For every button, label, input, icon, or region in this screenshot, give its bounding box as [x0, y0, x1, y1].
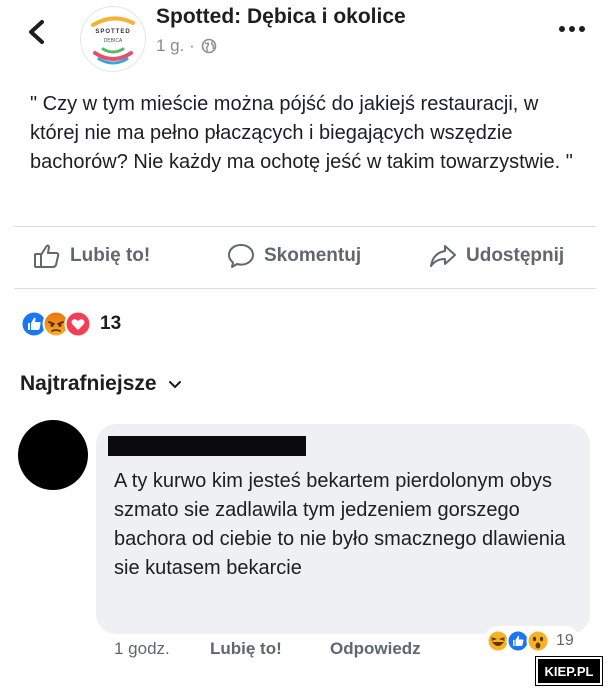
globe-icon	[201, 38, 217, 54]
share-arrow-icon	[430, 245, 456, 267]
redacted-commenter-name	[108, 436, 306, 456]
wow-reaction-icon	[526, 629, 550, 653]
reactions-count: 13	[100, 313, 122, 334]
commenter-avatar[interactable]	[18, 420, 88, 490]
more-dots-icon	[559, 26, 585, 32]
post-meta: 1 g. ·	[156, 36, 217, 56]
comment-button-label: Skomentuj	[264, 245, 362, 266]
divider-bottom	[14, 288, 596, 289]
comments-filter-dropdown[interactable]: Najtrafniejsze	[20, 372, 183, 396]
reactions-summary[interactable]: 13	[20, 310, 121, 338]
love-reaction-icon	[64, 310, 92, 338]
post-time[interactable]: 1 g. ·	[156, 36, 195, 56]
divider-top	[14, 226, 596, 227]
more-options-button[interactable]	[554, 18, 590, 40]
chevron-down-icon	[168, 381, 181, 388]
logo-title: SPOTTED	[95, 29, 131, 35]
page-avatar[interactable]: SPOTTED DĘBICA	[80, 6, 146, 72]
share-button[interactable]: Udostępnij	[428, 238, 564, 274]
like-button-label: Lubię to!	[70, 245, 151, 266]
comment-reply-button[interactable]: Odpowiedz	[330, 639, 421, 659]
comment-reactions-count: 19	[556, 632, 574, 649]
comment-text: A ty kurwo kim jesteś bekartem pierdolon…	[114, 470, 566, 579]
comment-button[interactable]: Skomentuj	[226, 238, 361, 274]
kiep-logo-icon: KIEP.PL	[545, 664, 594, 679]
comment-reactions[interactable]: 19	[484, 626, 580, 656]
watermark-text: KIEP.PL	[545, 664, 594, 679]
logo-subtitle: DĘBICA	[103, 38, 123, 44]
page-name[interactable]: Spotted: Dębica i okolice	[156, 5, 406, 29]
post-text: " Czy w tym mieście można pójść do jakie…	[30, 93, 573, 173]
comment-time[interactable]: 1 godz.	[114, 639, 170, 659]
back-button[interactable]	[22, 14, 52, 50]
kiep-watermark-logo: KIEP.PL	[535, 656, 603, 686]
chevron-left-icon	[29, 20, 44, 44]
comment-bubble-icon	[228, 244, 254, 268]
comments-filter-label: Najtrafniejsze	[20, 372, 157, 395]
comment-like-button[interactable]: Lubię to!	[210, 639, 282, 659]
share-button-label: Udostępnij	[466, 245, 565, 266]
like-button[interactable]: Lubię to!	[32, 238, 150, 274]
thumbs-up-icon	[34, 244, 60, 268]
